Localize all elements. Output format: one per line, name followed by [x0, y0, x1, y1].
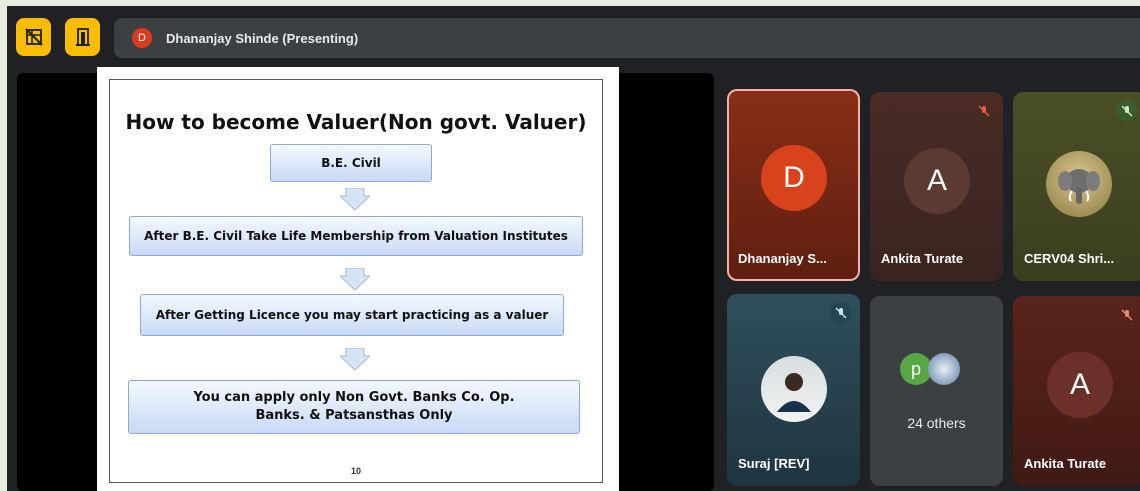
participant-tile-ankita-2[interactable]: A Ankita Turate [1013, 296, 1140, 486]
presenter-banner[interactable]: D Dhananjay Shinde (Presenting) [114, 18, 1140, 58]
elephant-avatar [1046, 151, 1112, 217]
participant-tile-cerv04[interactable]: CERV04 Shri... [1013, 92, 1140, 281]
profile-photo [761, 356, 827, 422]
participant-name: Ankita Turate [1024, 456, 1107, 471]
mic-off-icon [1116, 304, 1137, 325]
presenter-label: Dhananjay Shinde (Presenting) [166, 30, 359, 46]
participant-name: CERV04 Shri... [1024, 251, 1115, 266]
door-exit-button[interactable] [65, 18, 100, 56]
door-icon [75, 28, 90, 46]
elephant-icon [1058, 169, 1100, 204]
avatar: D [761, 145, 827, 211]
participant-tile-suraj[interactable]: Suraj [REV] [727, 294, 860, 486]
down-arrow-icon [340, 188, 370, 210]
others-count: 24 others [907, 415, 966, 431]
participant-tile-ankita[interactable]: A Ankita Turate [870, 92, 1003, 281]
slide-title: How to become Valuer(Non govt. Valuer) [125, 110, 587, 134]
step-box-1: B.E. Civil [270, 144, 432, 182]
avatar: A [904, 148, 970, 214]
mic-off-icon [1116, 100, 1137, 121]
avatar: A [1047, 352, 1113, 418]
step-box-3: After Getting Licence you may start prac… [140, 294, 564, 336]
down-arrow-icon [340, 348, 370, 370]
person-icon [777, 373, 811, 412]
presentation-slide: How to become Valuer(Non govt. Valuer) B… [97, 67, 619, 491]
mic-off-icon [830, 302, 851, 323]
participant-name: Ankita Turate [881, 251, 964, 266]
mic-off-icon [973, 100, 994, 121]
step-box-2: After B.E. Civil Take Life Membership fr… [129, 216, 583, 256]
video-grid-off-icon [24, 28, 43, 46]
step-box-4: You can apply only Non Govt. Banks Co. O… [128, 380, 580, 434]
others-tile[interactable]: p 24 others [870, 296, 1003, 486]
avatar-sky [928, 353, 960, 385]
top-bar: D Dhananjay Shinde (Presenting) [7, 6, 1140, 72]
participant-name: Dhananjay S... [738, 251, 827, 266]
slide-page-number: 10 [350, 466, 361, 476]
slide-frame: How to become Valuer(Non govt. Valuer) B… [109, 79, 603, 483]
presenter-avatar: D [132, 28, 152, 48]
participant-tile-dhananjay[interactable]: D Dhananjay S... [727, 89, 860, 281]
participant-name: Suraj [REV] [738, 456, 810, 471]
down-arrow-icon [340, 268, 370, 290]
hide-self-view-button[interactable] [16, 18, 51, 56]
